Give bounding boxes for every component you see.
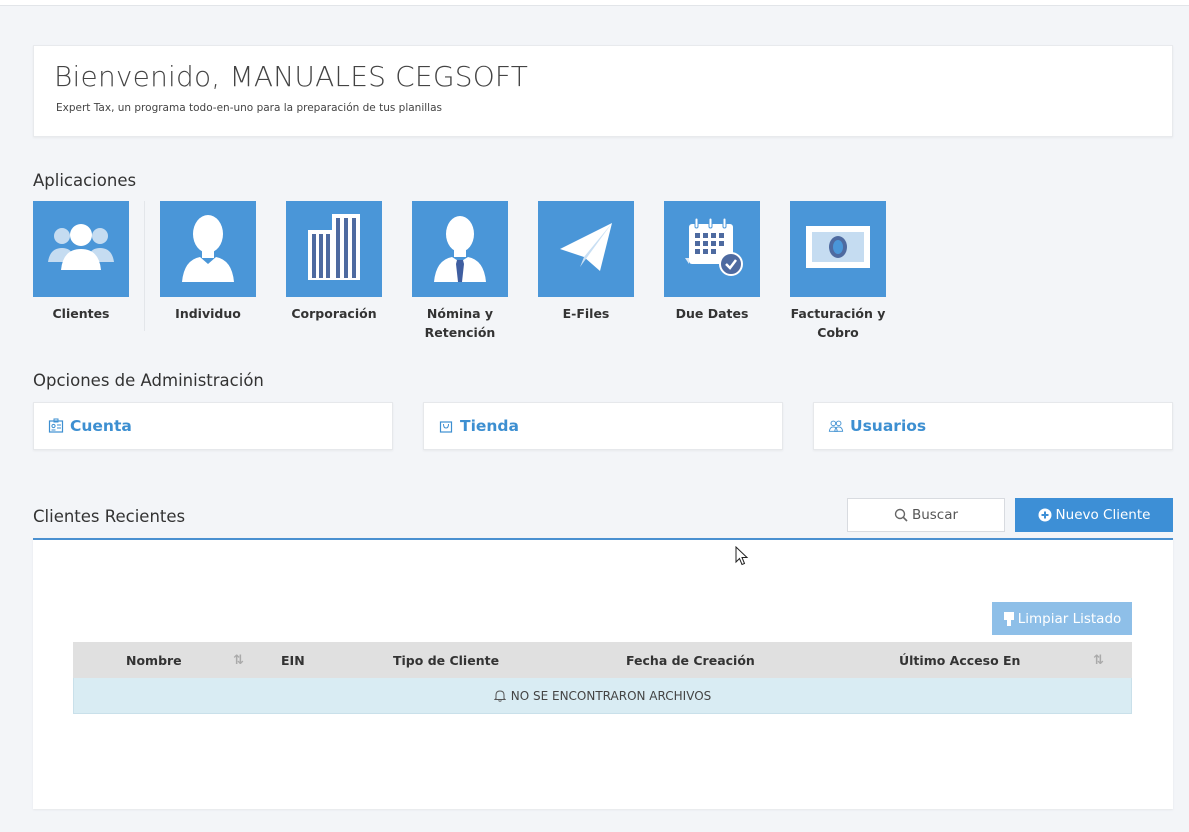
money-bill-icon bbox=[805, 225, 871, 274]
calendar-check-icon bbox=[679, 214, 745, 285]
sort-icon[interactable]: ⇅ bbox=[233, 653, 244, 668]
recent-clients-table: Nombre ⇅ EIN Tipo de Cliente Fecha de Cr… bbox=[73, 642, 1132, 714]
account-card-icon bbox=[48, 418, 64, 434]
app-facturacion-cobro[interactable]: Facturación y Cobro bbox=[790, 201, 886, 342]
bell-icon bbox=[493, 689, 506, 702]
person-tie-icon bbox=[430, 212, 490, 287]
empty-table-row: NO SE ENCONTRARON ARCHIVOS bbox=[73, 678, 1132, 714]
new-client-button[interactable]: Nuevo Cliente bbox=[1015, 498, 1173, 532]
shopping-bag-icon bbox=[438, 418, 454, 434]
column-header-tipo-cliente[interactable]: Tipo de Cliente bbox=[393, 642, 499, 678]
admin-label: Tienda bbox=[460, 417, 519, 435]
app-due-dates[interactable]: Due Dates bbox=[664, 201, 760, 323]
app-label: Individuo bbox=[175, 306, 241, 321]
column-header-ein[interactable]: EIN bbox=[281, 642, 305, 678]
person-icon bbox=[178, 212, 238, 287]
table-header: Nombre ⇅ EIN Tipo de Cliente Fecha de Cr… bbox=[73, 642, 1132, 678]
applications-grid: Clientes Individuo Corporación Nómina y … bbox=[33, 201, 903, 341]
sort-icon[interactable]: ⇅ bbox=[1093, 653, 1104, 668]
app-label: Corporación bbox=[291, 306, 377, 321]
app-label: Facturación y Cobro bbox=[790, 306, 886, 340]
app-label: Nómina y Retención bbox=[424, 306, 496, 340]
app-tile bbox=[286, 201, 382, 297]
admin-card-tienda[interactable]: Tienda bbox=[423, 402, 783, 450]
plus-circle-icon bbox=[1038, 508, 1052, 522]
app-label: Due Dates bbox=[675, 306, 749, 321]
app-label: E-Files bbox=[562, 306, 610, 321]
admin-card-usuarios[interactable]: Usuarios bbox=[813, 402, 1173, 450]
clear-list-label: Limpiar Listado bbox=[1017, 610, 1122, 627]
admin-label: Cuenta bbox=[70, 417, 132, 435]
app-tile bbox=[412, 201, 508, 297]
column-header-ultimo-acceso[interactable]: Último Acceso En bbox=[899, 642, 1020, 678]
app-tile bbox=[160, 201, 256, 297]
empty-message: NO SE ENCONTRARON ARCHIVOS bbox=[510, 688, 712, 703]
users-outline-icon bbox=[828, 418, 844, 434]
app-corporacion[interactable]: Corporación bbox=[286, 201, 382, 323]
admin-card-cuenta[interactable]: Cuenta bbox=[33, 402, 393, 450]
buildings-icon bbox=[304, 212, 364, 287]
clear-list-button[interactable]: Limpiar Listado bbox=[992, 602, 1132, 635]
paper-plane-icon bbox=[556, 217, 616, 282]
welcome-panel: Bienvenido, MANUALES CEGSOFT Expert Tax,… bbox=[33, 45, 1173, 137]
column-header-fecha-creacion[interactable]: Fecha de Creación bbox=[626, 642, 755, 678]
admin-title: Opciones de Administración bbox=[33, 371, 264, 390]
admin-label: Usuarios bbox=[850, 417, 927, 435]
new-client-label: Nuevo Cliente bbox=[1055, 507, 1151, 523]
applications-title: Aplicaciones bbox=[33, 171, 137, 190]
mouse-cursor-icon bbox=[735, 545, 749, 571]
column-header-nombre[interactable]: Nombre bbox=[126, 642, 182, 678]
app-individuo[interactable]: Individuo bbox=[160, 201, 256, 323]
recent-clients-panel: Limpiar Listado Nombre ⇅ EIN Tipo de Cli… bbox=[33, 538, 1173, 809]
top-bar bbox=[0, 0, 1189, 6]
app-efiles[interactable]: E-Files bbox=[538, 201, 634, 323]
app-clientes[interactable]: Clientes bbox=[33, 201, 129, 323]
welcome-subtitle: Expert Tax, un programa todo-en-uno para… bbox=[56, 102, 442, 114]
welcome-title: Bienvenido, MANUALES CEGSOFT bbox=[54, 60, 529, 93]
app-nomina-retencion[interactable]: Nómina y Retención bbox=[412, 201, 508, 342]
app-tile bbox=[538, 201, 634, 297]
search-button[interactable]: Buscar bbox=[847, 498, 1005, 532]
app-tile bbox=[664, 201, 760, 297]
app-tile bbox=[33, 201, 129, 297]
users-icon bbox=[46, 222, 116, 277]
recent-clients-title: Clientes Recientes bbox=[33, 507, 186, 526]
search-label: Buscar bbox=[911, 507, 959, 523]
eraser-icon bbox=[1003, 611, 1015, 626]
app-tile bbox=[790, 201, 886, 297]
divider bbox=[144, 201, 145, 331]
search-icon bbox=[894, 508, 908, 522]
app-label: Clientes bbox=[52, 306, 110, 321]
